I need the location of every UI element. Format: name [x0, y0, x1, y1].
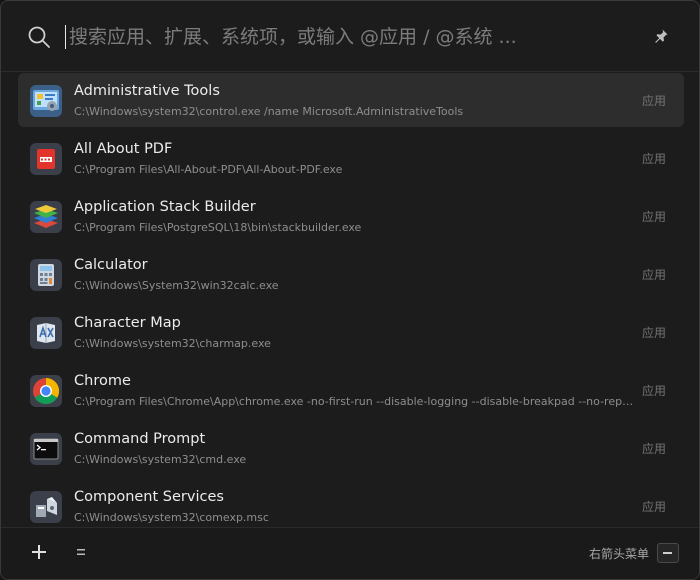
menu-icon[interactable]	[75, 546, 87, 558]
result-name: Component Services	[74, 489, 224, 505]
result-row-calculator[interactable]: Calculator C:\Windows\System32\win32calc…	[18, 247, 684, 301]
result-row-chrome[interactable]: Chrome C:\Program Files\Chrome\App\chrom…	[18, 363, 684, 417]
result-row-application-stack-builder[interactable]: Application Stack Builder C:\Program Fil…	[18, 189, 684, 243]
result-name: Chrome	[74, 373, 131, 389]
result-type: 应用	[641, 94, 666, 108]
result-row-administrative-tools[interactable]: Administrative Tools C:\Windows\system32…	[18, 73, 684, 127]
pin-icon[interactable]	[653, 28, 669, 44]
result-path: C:\Windows\system32\control.exe /name Mi…	[74, 105, 464, 118]
result-name: Command Prompt	[74, 431, 206, 447]
component-services-icon	[30, 491, 62, 523]
result-type: 应用	[641, 268, 666, 282]
result-path: C:\Windows\system32\charmap.exe	[74, 337, 271, 350]
right-arrow-key-badge	[657, 543, 679, 563]
result-row-command-prompt[interactable]: Command Prompt C:\Windows\system32\cmd.e…	[18, 421, 684, 475]
result-path: C:\Windows\system32\comexp.msc	[74, 511, 269, 524]
result-path: C:\Windows\system32\cmd.exe	[74, 453, 247, 466]
results-list: Administrative Tools C:\Windows\system32…	[1, 72, 699, 527]
command-prompt-icon	[30, 433, 62, 465]
stack-builder-icon	[30, 201, 62, 233]
result-path: C:\Program Files\All-About-PDF\All-About…	[74, 163, 343, 176]
result-name: Administrative Tools	[74, 83, 220, 99]
chrome-icon	[30, 375, 62, 407]
minus-glyph-icon	[663, 552, 672, 554]
result-type: 应用	[641, 152, 666, 166]
administrative-tools-icon	[30, 85, 62, 117]
result-row-all-about-pdf[interactable]: All About PDF C:\Program Files\All-About…	[18, 131, 684, 185]
result-path: C:\Program Files\PostgreSQL\18\bin\stack…	[74, 221, 362, 234]
shortcut-hint: 右箭头菜单	[589, 547, 650, 561]
result-row-character-map[interactable]: Character Map C:\Windows\system32\charma…	[18, 305, 684, 359]
text-caret	[65, 25, 66, 49]
pdf-icon	[30, 143, 62, 175]
search-icon	[28, 26, 50, 48]
result-type: 应用	[641, 500, 666, 514]
result-type: 应用	[641, 326, 666, 340]
calculator-icon	[30, 259, 62, 291]
result-name: All About PDF	[74, 141, 173, 157]
result-row-component-services[interactable]: Component Services C:\Windows\system32\c…	[18, 479, 684, 527]
result-name: Character Map	[74, 315, 181, 331]
result-name: Calculator	[74, 257, 148, 273]
character-map-icon	[30, 317, 62, 349]
launcher-window: Administrative Tools C:\Windows\system32…	[0, 0, 700, 580]
plus-icon[interactable]	[31, 544, 47, 560]
result-name: Application Stack Builder	[74, 199, 256, 215]
result-type: 应用	[641, 384, 666, 398]
footer-bar: 右箭头菜单	[1, 527, 699, 579]
result-path: C:\Windows\System32\win32calc.exe	[74, 279, 279, 292]
search-bar	[1, 1, 699, 72]
result-path: C:\Program Files\Chrome\App\chrome.exe -…	[74, 395, 636, 408]
search-input[interactable]	[67, 21, 631, 53]
result-type: 应用	[641, 442, 666, 456]
result-type: 应用	[641, 210, 666, 224]
